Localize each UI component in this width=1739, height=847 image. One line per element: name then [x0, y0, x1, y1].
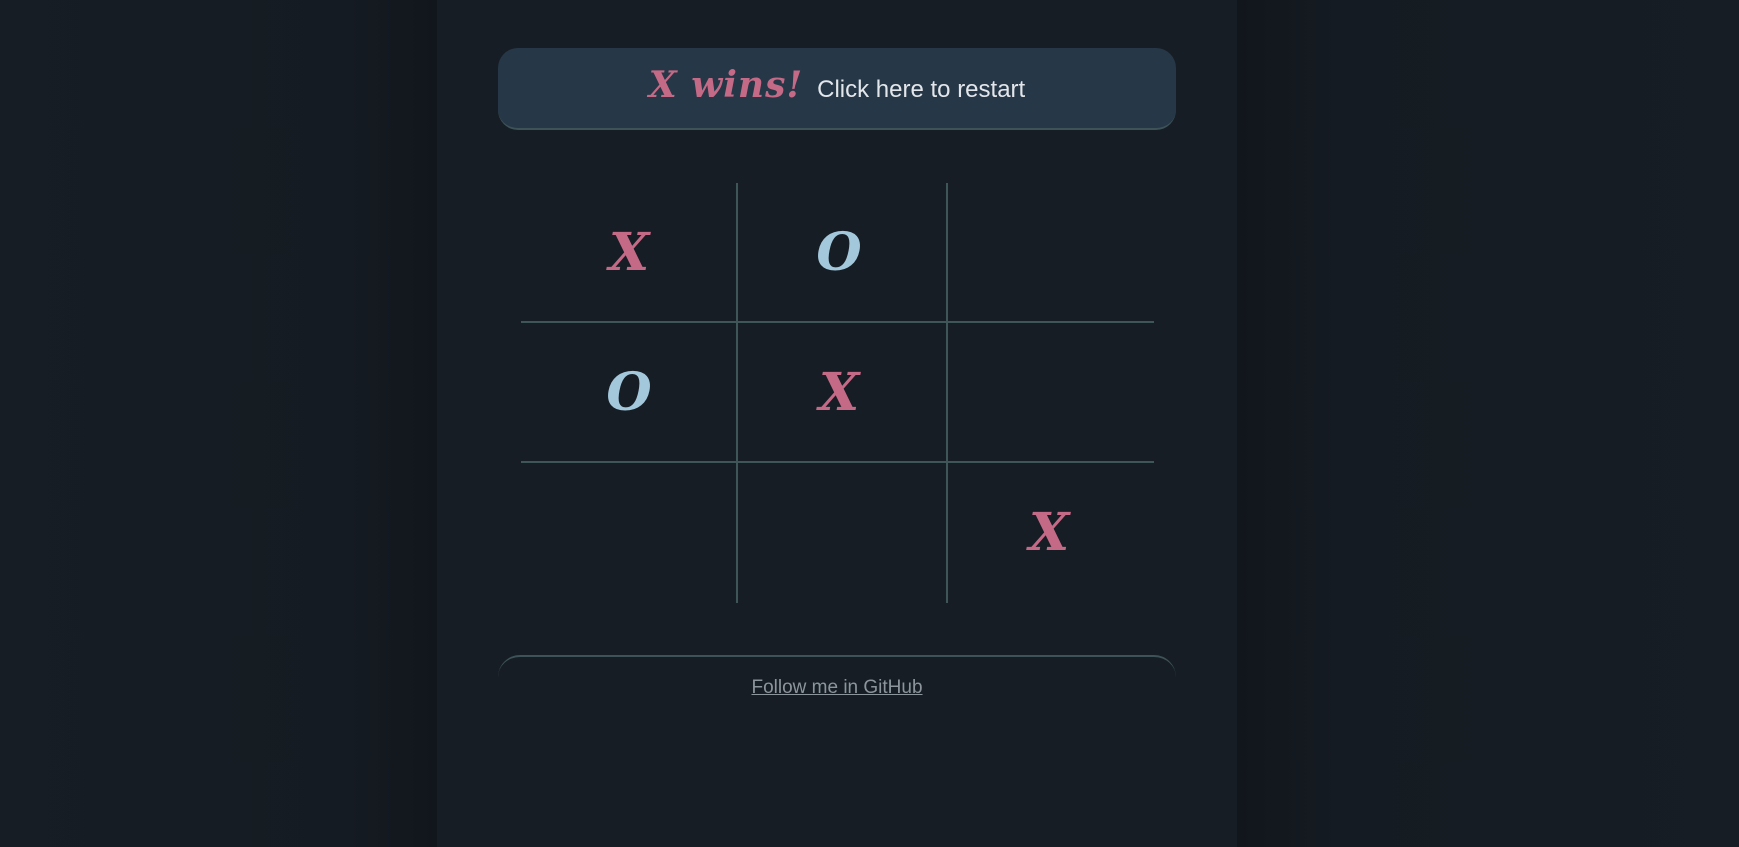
winner-message: X wins! [648, 64, 804, 106]
o-mark: O [606, 362, 652, 423]
github-link[interactable]: Follow me in GitHub [751, 677, 922, 699]
page: X wins! Click here to restart X O O X X … [0, 0, 1739, 847]
board-cell-3[interactable] [944, 183, 1154, 323]
left-background [0, 0, 437, 847]
board-cell-4[interactable]: O [524, 323, 734, 463]
board-cell-8[interactable] [734, 463, 944, 603]
x-mark: X [818, 362, 860, 423]
game-board: X O O X X [521, 183, 1154, 603]
board-cell-1[interactable]: X [524, 183, 734, 323]
footer: Follow me in GitHub [498, 655, 1176, 715]
board-cell-2[interactable]: O [734, 183, 944, 323]
restart-prompt[interactable]: Click here to restart [817, 76, 1025, 104]
x-mark: X [608, 222, 650, 283]
board-cell-5[interactable]: X [734, 323, 944, 463]
game-container: X wins! Click here to restart X O O X X … [437, 0, 1237, 847]
right-background [1237, 0, 1739, 847]
board-cell-6[interactable] [944, 323, 1154, 463]
board-cell-9[interactable]: X [944, 463, 1154, 603]
x-mark: X [1028, 502, 1070, 563]
board-cell-7[interactable] [524, 463, 734, 603]
o-mark: O [816, 222, 862, 283]
restart-banner[interactable]: X wins! Click here to restart [498, 48, 1176, 130]
